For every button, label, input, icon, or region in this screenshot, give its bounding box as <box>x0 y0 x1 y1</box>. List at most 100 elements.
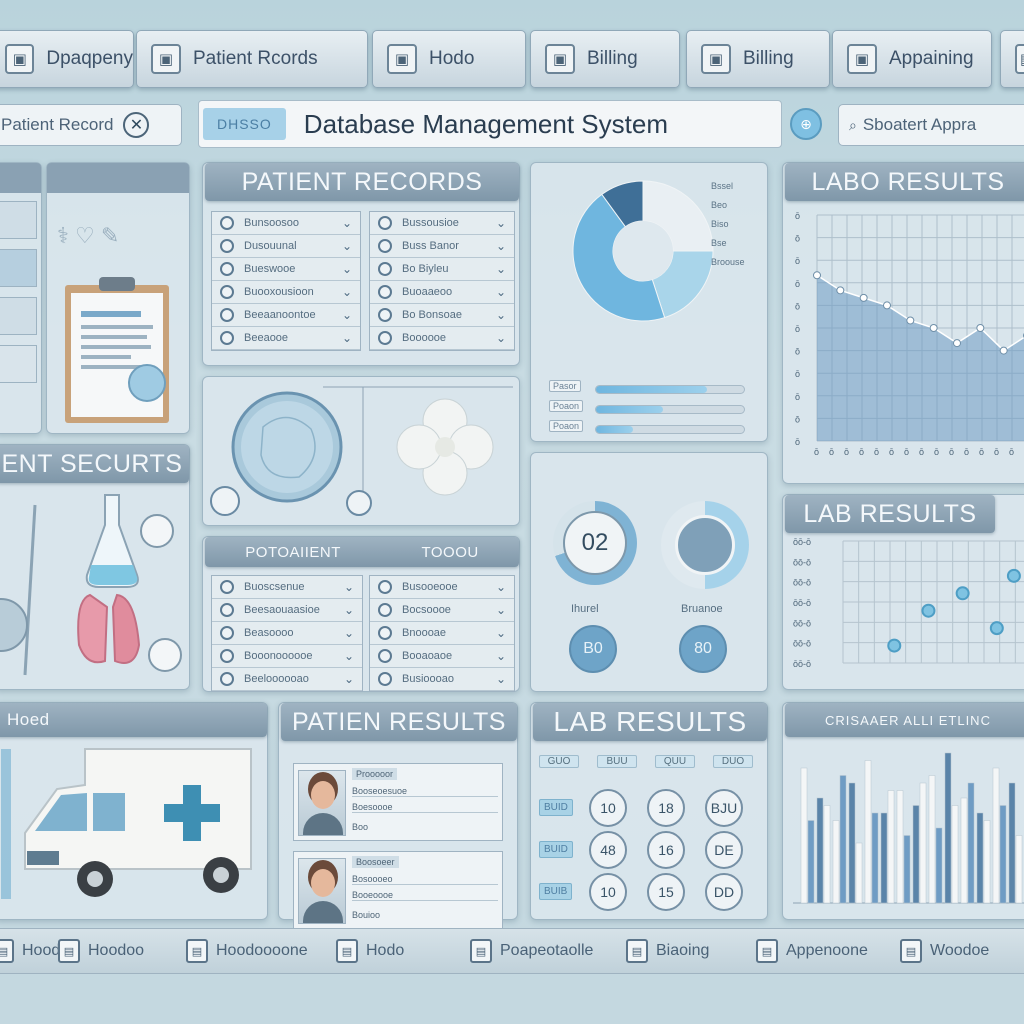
bar[interactable] <box>903 835 911 904</box>
bar[interactable] <box>928 775 936 904</box>
chevron-down-icon[interactable]: ⌄ <box>342 216 352 230</box>
chevron-down-icon[interactable]: ⌄ <box>496 649 506 663</box>
lab-value-button[interactable]: 18 <box>647 789 685 827</box>
data-point[interactable] <box>883 301 891 310</box>
gauge-button-1[interactable]: B0 <box>569 625 617 673</box>
bar[interactable] <box>823 805 831 904</box>
bar[interactable] <box>855 842 863 904</box>
lab-value-button[interactable]: 10 <box>589 789 627 827</box>
db-chip[interactable]: DHSSO <box>203 108 286 140</box>
scatter-point[interactable] <box>989 621 1004 636</box>
scatter-point[interactable] <box>887 638 902 653</box>
radio-icon[interactable] <box>220 580 234 594</box>
thumb[interactable] <box>0 297 37 335</box>
bar[interactable] <box>992 767 1000 904</box>
list-item[interactable]: Bunsoosoo ⌄ <box>212 212 360 235</box>
chevron-down-icon[interactable]: ⌄ <box>344 672 354 686</box>
chevron-down-icon[interactable]: ⌄ <box>342 331 352 345</box>
list-item[interactable]: Beesaouaasioe ⌄ <box>212 599 362 622</box>
chevron-down-icon[interactable]: ⌄ <box>342 308 352 322</box>
list-item[interactable]: Busooeooe ⌄ <box>370 576 514 599</box>
bar[interactable] <box>887 790 895 904</box>
bar[interactable] <box>871 812 879 904</box>
chevron-down-icon[interactable]: ⌄ <box>342 239 352 253</box>
appointment-search-input[interactable]: Sboatert Appra <box>863 115 976 135</box>
bar[interactable] <box>967 782 975 904</box>
chevron-down-icon[interactable]: ⌄ <box>344 626 354 640</box>
bar[interactable] <box>864 760 872 904</box>
bar[interactable] <box>944 752 952 904</box>
list-item[interactable]: Buooxousioon ⌄ <box>212 281 360 304</box>
list-item[interactable]: Bussousioe ⌄ <box>370 212 514 235</box>
bar[interactable] <box>912 805 920 904</box>
bar[interactable] <box>960 797 968 904</box>
nav-tab-2[interactable]: ▣ Hodo <box>372 30 526 88</box>
bar[interactable] <box>1008 782 1016 904</box>
chevron-down-icon[interactable]: ⌄ <box>344 603 354 617</box>
scatter-point[interactable] <box>1006 568 1021 583</box>
chevron-down-icon[interactable]: ⌄ <box>342 285 352 299</box>
list-item[interactable]: Dusouunal ⌄ <box>212 235 360 258</box>
bar[interactable] <box>816 797 824 904</box>
footer-item-1[interactable]: ▤ Hoodoo <box>58 939 144 963</box>
list-item[interactable]: Beasoooo ⌄ <box>212 622 362 645</box>
lab-value-button[interactable]: DE <box>705 831 743 869</box>
radio-icon[interactable] <box>220 216 234 230</box>
nav-tab-0[interactable]: ▣ Dpaqpeny <box>0 30 134 88</box>
footer-item-5[interactable]: ▤ Biaoing <box>626 939 709 963</box>
bar[interactable] <box>1015 835 1023 904</box>
data-point[interactable] <box>836 286 845 295</box>
chevron-down-icon[interactable]: ⌄ <box>496 308 506 322</box>
chevron-down-icon[interactable]: ⌄ <box>496 626 506 640</box>
radio-icon[interactable] <box>378 626 392 640</box>
nav-tab-3[interactable]: ▣ Billing <box>530 30 680 88</box>
close-icon[interactable]: ✕ <box>123 112 150 138</box>
scatter-point[interactable] <box>921 603 936 618</box>
chevron-down-icon[interactable]: ⌄ <box>496 262 506 276</box>
list-item[interactable]: Bo Biyleu ⌄ <box>370 258 514 281</box>
chevron-down-icon[interactable]: ⌄ <box>496 216 506 230</box>
nav-tab-4[interactable]: ▣ Billing <box>686 30 830 88</box>
radio-icon[interactable] <box>378 672 392 686</box>
globe-icon[interactable]: ⊕ <box>790 108 822 140</box>
list-item[interactable]: Beeloooooao ⌄ <box>212 668 362 691</box>
lab-row-tag[interactable]: BUID <box>539 799 573 816</box>
radio-icon[interactable] <box>378 239 392 253</box>
radio-icon[interactable] <box>378 331 392 345</box>
patient-card[interactable]: Prooooor Booseoesuoe Boesoooe Boo <box>293 763 503 841</box>
list-item[interactable]: Bueswooe ⌄ <box>212 258 360 281</box>
data-point[interactable] <box>976 324 985 332</box>
thumb[interactable] <box>0 201 37 239</box>
radio-icon[interactable] <box>220 672 234 686</box>
gauge-02[interactable]: 02 <box>553 501 637 585</box>
list-item[interactable]: Bocsoooe ⌄ <box>370 599 514 622</box>
data-point[interactable] <box>953 339 961 348</box>
nav-tab-5[interactable]: ▣ Appaining <box>832 30 992 88</box>
lab-value-button[interactable]: 48 <box>589 831 627 869</box>
lab-value-button[interactable]: 15 <box>647 873 685 911</box>
radio-icon[interactable] <box>220 603 234 617</box>
bar[interactable] <box>983 820 991 904</box>
radio-icon[interactable] <box>378 262 392 276</box>
list-item[interactable]: Buoscsenue ⌄ <box>212 576 362 599</box>
bar[interactable] <box>896 790 904 904</box>
chevron-down-icon[interactable]: ⌄ <box>496 603 506 617</box>
radio-icon[interactable] <box>220 262 234 276</box>
list-item[interactable]: Bnoooae ⌄ <box>370 622 514 645</box>
footer-item-4[interactable]: ▤ Poapeotaolle <box>470 939 593 963</box>
chevron-down-icon[interactable]: ⌄ <box>496 580 506 594</box>
patient-card[interactable]: Boosoeer Bosoooeo Booeoooe Bouioo <box>293 851 503 929</box>
bar[interactable] <box>951 805 959 904</box>
radio-icon[interactable] <box>220 649 234 663</box>
patient-record-input[interactable]: Patient Record <box>1 115 113 135</box>
chevron-down-icon[interactable]: ⌄ <box>496 331 506 345</box>
lab-value-button[interactable]: 10 <box>589 873 627 911</box>
radio-icon[interactable] <box>220 239 234 253</box>
chevron-down-icon[interactable]: ⌄ <box>496 239 506 253</box>
radio-icon[interactable] <box>378 603 392 617</box>
chevron-down-icon[interactable]: ⌄ <box>344 649 354 663</box>
list-item[interactable]: Boooooe ⌄ <box>370 327 514 350</box>
list-item[interactable]: Beeaooe ⌄ <box>212 327 360 350</box>
data-point[interactable] <box>906 316 915 325</box>
bar[interactable] <box>800 767 808 904</box>
